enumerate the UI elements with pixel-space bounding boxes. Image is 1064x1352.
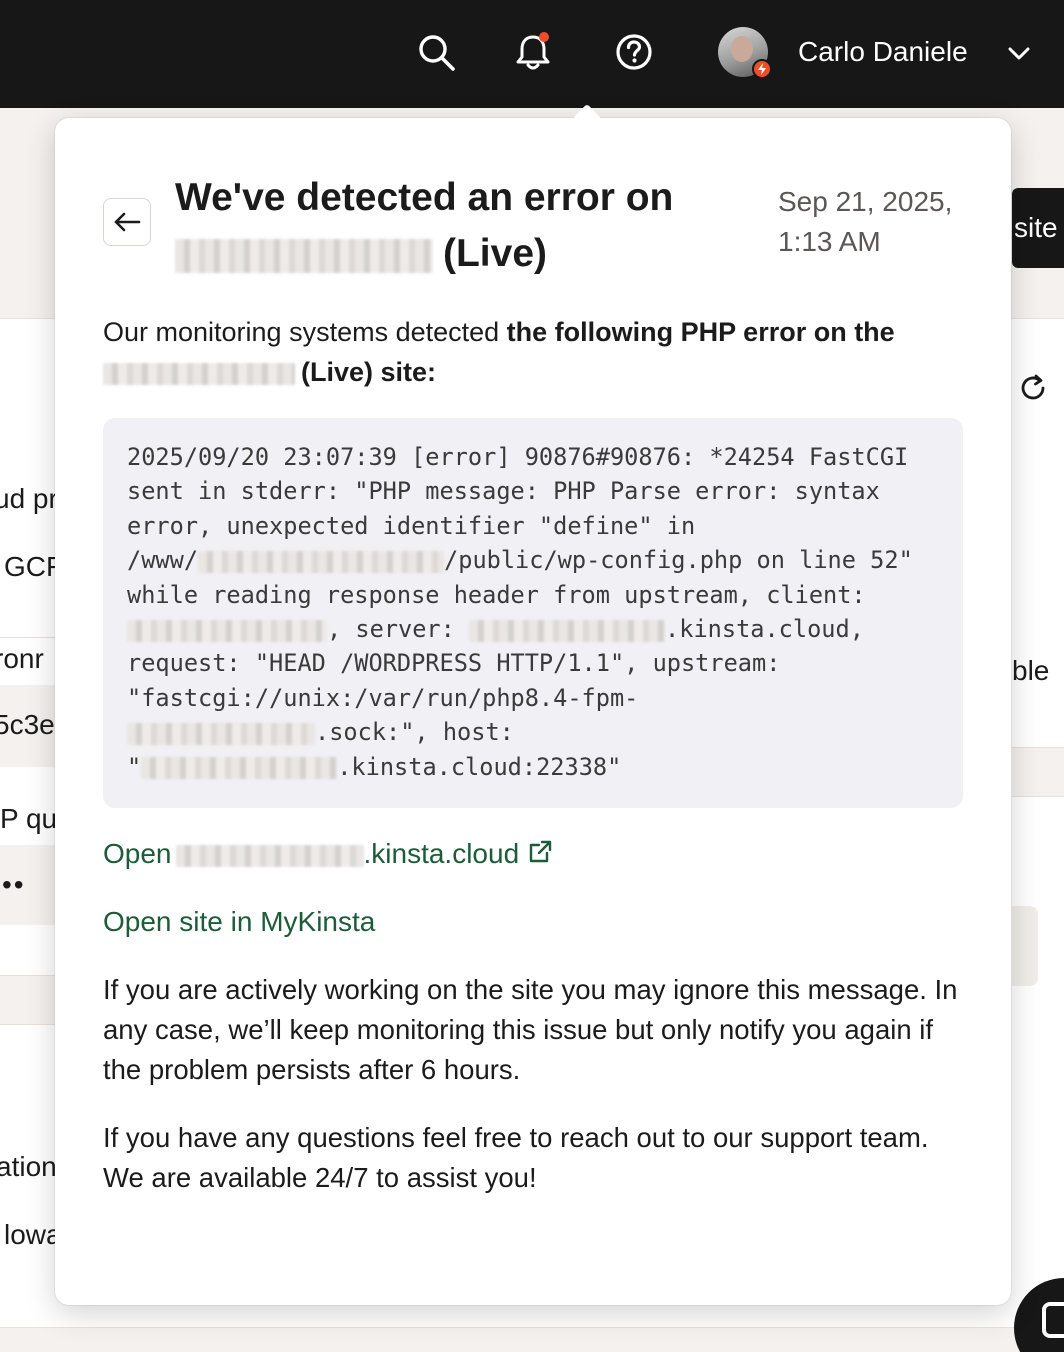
chat-icon	[1042, 1302, 1064, 1338]
log-line: "fastcgi://unix:/var/run/php8.4-fpm-	[127, 683, 639, 712]
log-line-mid: , server:	[327, 615, 470, 644]
log-line: while reading response header from upstr…	[127, 580, 866, 609]
error-log-box: 2025/09/20 23:07:39 [error] 90876#90876:…	[103, 418, 963, 808]
avatar-face	[731, 36, 753, 62]
divider	[1012, 796, 1064, 797]
user-avatar[interactable]	[718, 27, 772, 79]
log-line-suffix: /public/wp-config.php on line 52"	[444, 546, 913, 575]
background-row	[0, 976, 60, 1024]
background-text-fragment: ble	[1012, 655, 1050, 686]
background-site-button-label: site	[1014, 212, 1058, 243]
redacted-server	[469, 619, 666, 642]
chevron-down-icon[interactable]	[1006, 40, 1032, 66]
background-text-fragment: ronr	[0, 643, 44, 674]
log-line: error, unexpected identifier "define" in	[127, 511, 696, 540]
help-question-icon[interactable]	[612, 30, 656, 74]
title-line-1: We've detected an error on	[175, 176, 674, 219]
redacted-site-name	[103, 362, 295, 385]
redacted-host	[141, 757, 338, 780]
notification-date: Sep 21, 2025, 1:13 AM	[778, 182, 988, 262]
monitoring-info-paragraph: If you are actively working on the site …	[103, 974, 958, 1085]
background-text-fragment: ud pr	[0, 483, 58, 514]
popover-caret	[572, 103, 602, 133]
notification-detail-popover: We've detected an error on (Live) Sep 21…	[55, 103, 1011, 1305]
redacted-socket	[127, 722, 315, 745]
notification-title: We've detected an error on (Live)	[175, 170, 745, 282]
divider	[0, 1024, 60, 1025]
notifications-bell-icon[interactable]	[511, 30, 555, 74]
external-link-icon	[529, 840, 552, 863]
intro-bold-suffix: (Live) site:	[301, 357, 437, 387]
support-info-paragraph: If you have any questions feel free to r…	[103, 1122, 929, 1193]
divider	[0, 637, 60, 638]
background-text-fragment: lowa	[4, 1219, 62, 1250]
intro-bold: the following PHP error on the	[506, 317, 895, 347]
redacted-site-name	[175, 238, 433, 273]
log-line: 2025/09/20 23:07:39 [error] 90876#90876:…	[127, 443, 909, 471]
date-line-2: 1:13 AM	[778, 226, 881, 257]
date-line-1: Sep 21, 2025,	[778, 186, 953, 217]
user-name[interactable]: Carlo Daniele	[798, 36, 968, 68]
log-line-prefix: /www/	[127, 546, 199, 575]
background-text-fragment: P qu	[0, 803, 58, 834]
open-link-suffix: .kinsta.cloud	[363, 838, 520, 869]
intro-text: Our monitoring systems detected the foll…	[103, 312, 973, 392]
background-text-fragment: 5c3e	[0, 709, 55, 740]
log-line: request: "HEAD /WORDPRESS HTTP/1.1", ups…	[127, 649, 781, 678]
title-live-suffix: (Live)	[443, 232, 548, 275]
background-text-fragment: ation	[0, 1151, 57, 1182]
top-navigation-bar: Carlo Daniele	[0, 0, 1064, 108]
lightning-badge-icon	[752, 59, 772, 79]
back-button[interactable]	[103, 198, 151, 246]
redacted-domain	[175, 844, 364, 867]
log-line-suffix: .kinsta.cloud:22338"	[337, 752, 622, 781]
open-link-prefix: Open	[103, 838, 172, 869]
log-line-suffix: .kinsta.cloud,	[665, 615, 864, 644]
background-dots: ••	[2, 869, 26, 900]
log-line-suffix: .sock:", host:	[315, 718, 514, 747]
arrow-left-icon	[114, 212, 141, 232]
background-row	[1012, 748, 1064, 796]
log-line-prefix: "	[127, 752, 142, 781]
notification-dot	[539, 32, 549, 42]
redacted-path	[198, 550, 445, 573]
background-site-button[interactable]: site	[1012, 188, 1064, 268]
open-site-in-mykinsta-link[interactable]: Open site in MyKinsta	[103, 904, 375, 940]
log-line: sent in stderr: "PHP message: PHP Parse …	[127, 477, 880, 506]
background-pill	[1012, 906, 1038, 986]
search-icon[interactable]	[414, 30, 458, 74]
redacted-client-ip	[127, 619, 327, 642]
error-log-text: 2025/09/20 23:07:39 [error] 90876#90876:…	[127, 440, 947, 784]
open-temporary-domain-link[interactable]: Open .kinsta.cloud	[103, 836, 553, 872]
intro-plain: Our monitoring systems detected	[103, 317, 507, 347]
refresh-icon[interactable]	[1018, 372, 1050, 404]
